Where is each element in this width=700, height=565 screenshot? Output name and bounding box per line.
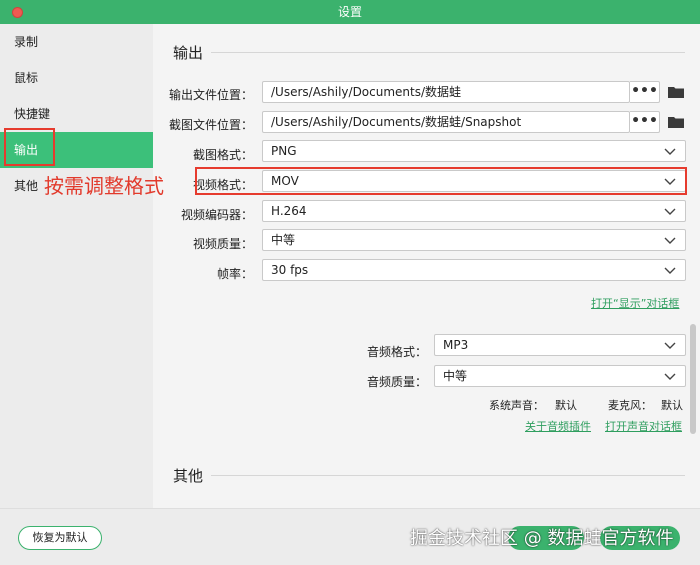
scrollbar[interactable] [690,324,696,434]
restore-defaults-button[interactable]: 恢复为默认 [18,526,102,550]
output-location-label: 输出文件位置： [168,88,253,102]
screenshot-format-select[interactable]: PNG [262,140,686,162]
screenshot-location-label: 截图文件位置： [168,118,253,132]
video-quality-value: 中等 [271,233,296,247]
annotation-text: 按需调整格式 [44,174,164,198]
frame-rate-value: 30 fps [271,263,309,277]
audio-format-value: MP3 [443,338,469,352]
sidebar-item-shortcuts[interactable]: 快捷键 [0,96,153,132]
highlight-box-output [4,128,55,166]
section-divider [211,52,685,53]
system-sound-label: 系统声音： [489,399,544,412]
output-location-field[interactable]: /Users/Ashily/Documents/数据蛙 [262,81,630,103]
chevron-down-icon [664,373,676,380]
chevron-down-icon [664,148,676,155]
title-bar: 设置 [0,0,700,24]
chevron-down-icon [664,342,676,349]
audio-quality-select[interactable]: 中等 [434,365,686,387]
video-quality-label: 视频质量： [192,237,253,251]
audio-format-label: 音频格式： [366,345,427,359]
audio-quality-value: 中等 [443,369,468,383]
video-quality-select[interactable]: 中等 [262,229,686,251]
close-window-icon[interactable] [12,7,23,18]
video-encoder-select[interactable]: H.264 [262,200,686,222]
browse-screenshot-button[interactable]: ••• [630,111,660,133]
screenshot-format-value: PNG [271,144,297,158]
window-title: 设置 [337,5,362,19]
audio-format-select[interactable]: MP3 [434,334,686,356]
open-display-dialog-link[interactable]: 打开“显示”对话框 [591,295,679,311]
browse-output-button[interactable]: ••• [630,81,660,103]
open-sound-dialog-link[interactable]: 打开声音对话框 [605,418,682,434]
chevron-down-icon [664,237,676,244]
sidebar-item-mouse[interactable]: 鼠标 [0,60,153,96]
highlight-box-video-format [195,167,687,195]
microphone-label: 麦克风： [608,399,652,412]
chevron-down-icon [664,267,676,274]
open-output-folder-icon[interactable] [668,86,684,98]
screenshot-format-label: 截图格式： [192,148,253,162]
watermark: 掘金技术社区 @ 数据蛙官方软件 [410,528,674,549]
sidebar: 录制 鼠标 快捷键 输出 其他 [0,24,153,508]
open-screenshot-folder-icon[interactable] [668,116,684,128]
system-sound-value: 默认 [555,399,577,412]
sidebar-item-record[interactable]: 录制 [0,24,153,60]
frame-rate-select[interactable]: 30 fps [262,259,686,281]
about-audio-plugin-link[interactable]: 关于音频插件 [525,418,591,434]
frame-rate-label: 帧率： [216,267,253,281]
settings-panel: 输出 输出文件位置： /Users/Ashily/Documents/数据蛙 •… [153,24,700,508]
footer: 恢复为默认 掘金技术社区 @ 数据蛙官方软件 [0,508,700,565]
other-section-title: 其他 [173,467,204,485]
audio-quality-label: 音频质量： [366,375,427,389]
output-section-title: 输出 [173,44,204,62]
video-encoder-value: H.264 [271,204,307,218]
chevron-down-icon [664,208,676,215]
screenshot-location-field[interactable]: /Users/Ashily/Documents/数据蛙/Snapshot [262,111,630,133]
microphone-value: 默认 [661,399,683,412]
video-encoder-label: 视频编码器： [180,208,253,222]
section-divider [211,475,685,476]
